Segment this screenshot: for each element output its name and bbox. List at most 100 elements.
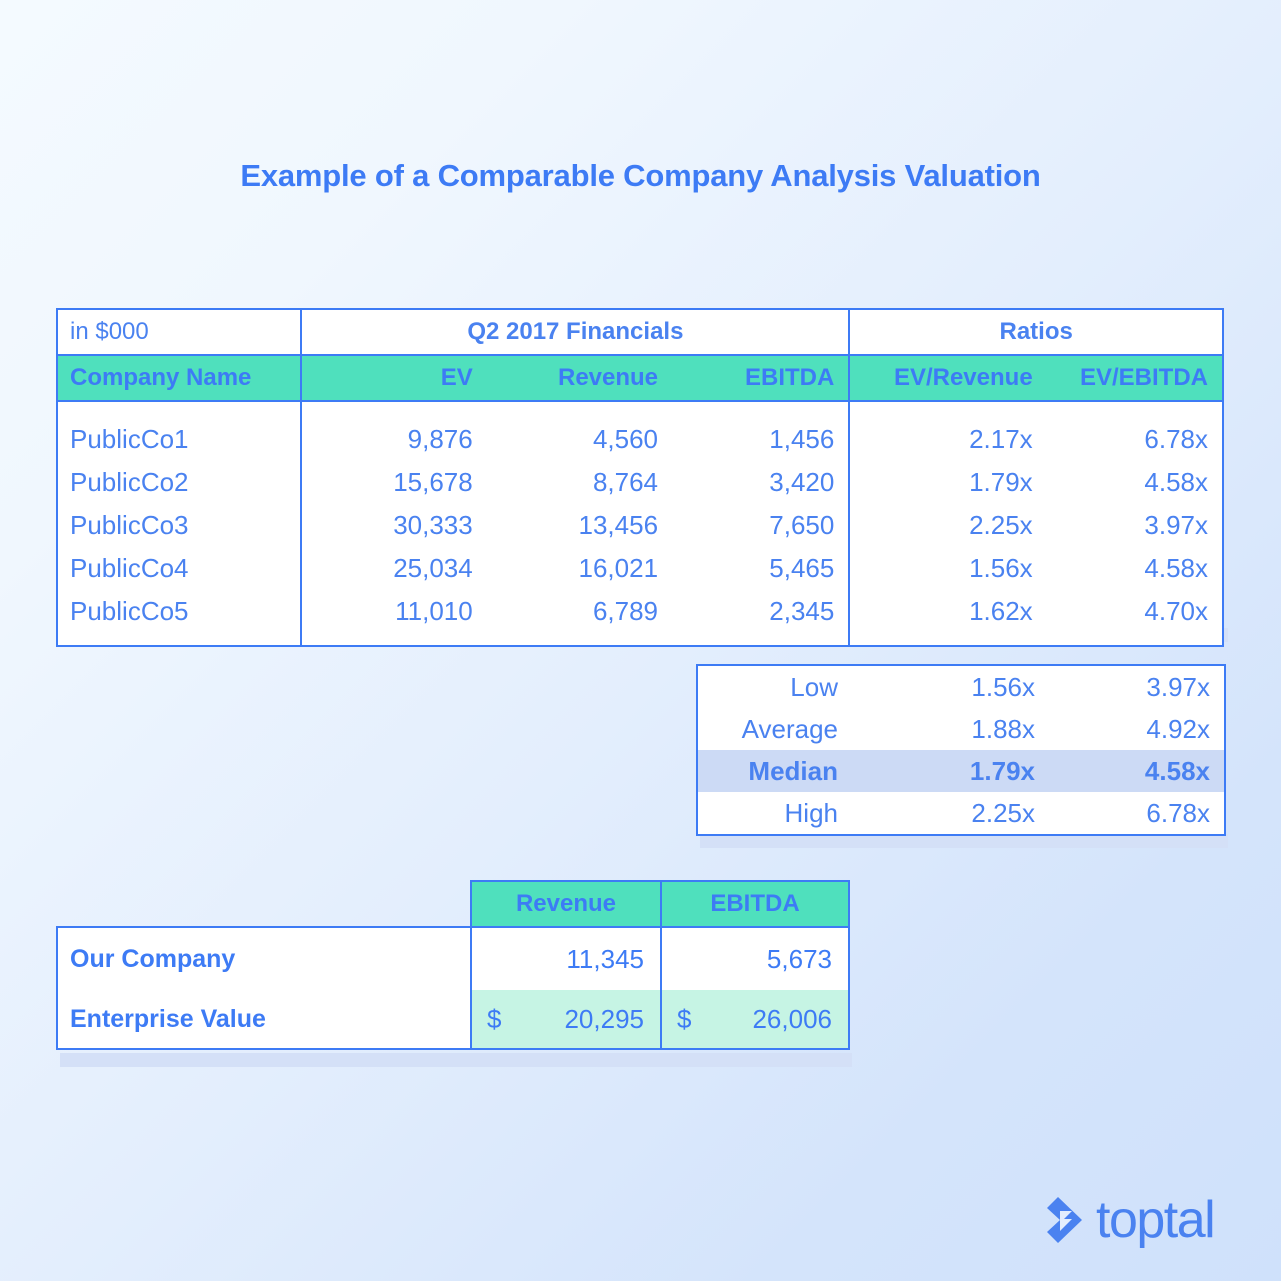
cell-ev: 15,678: [301, 461, 487, 504]
cell-stat-label: Median: [697, 750, 852, 792]
cell-company-name: PublicCo3: [57, 504, 303, 547]
page-canvas: Example of a Comparable Company Analysis…: [0, 0, 1281, 1281]
cell-company-name: PublicCo5: [57, 590, 303, 633]
column-header-company-name: Company Name: [57, 355, 303, 402]
cell-ev-ebitda: 4.58x: [1049, 750, 1225, 792]
our-company-header-row: Revenue EBITDA: [470, 880, 850, 926]
cell-ev-revenue: 1.79x: [848, 461, 1047, 504]
cell-ebitda: 2,345: [672, 590, 850, 633]
column-header-revenue: Revenue: [486, 355, 673, 402]
cell-company-name: PublicCo2: [57, 461, 303, 504]
toptal-wordmark: toptal: [1096, 1191, 1216, 1249]
table-row: Revenue EBITDA: [471, 881, 849, 926]
column-header-ev-ebitda: EV/EBITDA: [1046, 355, 1223, 402]
spacer-cell: [57, 401, 303, 418]
cell-value: 26,006: [752, 1003, 832, 1034]
cell-ev-revenue: 2.17x: [848, 418, 1047, 461]
table-row: Our Company 11,345 5,673: [57, 927, 849, 990]
cell-ev-ebitda: 6.78x: [1049, 792, 1225, 835]
table-row-median-highlighted: Median 1.79x 4.58x: [697, 750, 1225, 792]
cell-row-label: Enterprise Value: [57, 990, 472, 1049]
table-row: PublicCo4 25,034 16,021 5,465 1.56x 4.58…: [57, 547, 1223, 590]
cell-ev-ebitda: 4.92x: [1049, 708, 1225, 750]
cell-company-name: PublicCo4: [57, 547, 303, 590]
our-company-body: Our Company 11,345 5,673 Enterprise Valu…: [56, 926, 850, 1050]
table-row: PublicCo5 11,010 6,789 2,345 1.62x 4.70x: [57, 590, 1223, 633]
table-row: Average 1.88x 4.92x: [697, 708, 1225, 750]
cell-ebitda: 1,456: [672, 418, 850, 461]
table-row: PublicCo2 15,678 8,764 3,420 1.79x 4.58x: [57, 461, 1223, 504]
currency-symbol: $: [677, 1003, 692, 1034]
cell-ev-ebitda: 3.97x: [1046, 504, 1223, 547]
cell-ev-revenue: 1.56x: [852, 665, 1049, 708]
currency-symbol: $: [487, 1003, 502, 1034]
group-header-financials: Q2 2017 Financials: [301, 309, 850, 356]
cell-revenue: 6,789: [486, 590, 673, 633]
cell-ev-revenue: 2.25x: [852, 792, 1049, 835]
spacer-cell: [848, 633, 1047, 646]
table-row: PublicCo1 9,876 4,560 1,456 2.17x 6.78x: [57, 418, 1223, 461]
spacer-cell: [301, 401, 487, 418]
cell-ev-ebitda: 6.78x: [1046, 418, 1223, 461]
cell-revenue: 11,345: [471, 927, 661, 990]
comps-column-header-row: Company Name EV Revenue EBITDA EV/Revenu…: [57, 355, 1223, 402]
cell-ev: 11,010: [301, 590, 487, 633]
cell-company-name: PublicCo1: [57, 418, 303, 461]
comps-group-header-row: in $000 Q2 2017 Financials Ratios: [57, 309, 1223, 356]
cell-revenue: 13,456: [486, 504, 673, 547]
spacer-cell: [1046, 633, 1223, 646]
cell-revenue-enterprise-value: $ 20,295: [471, 990, 661, 1049]
column-header-revenue: Revenue: [471, 881, 661, 926]
toptal-logo: toptal: [1042, 1191, 1216, 1249]
table-row: PublicCo3 30,333 13,456 7,650 2.25x 3.97…: [57, 504, 1223, 547]
column-header-ebitda: EBITDA: [660, 881, 849, 926]
comps-bottom-pad-row: [57, 633, 1223, 646]
cell-ev-ebitda: 4.58x: [1046, 547, 1223, 590]
cell-value: 20,295: [564, 1003, 644, 1034]
cell-revenue: 4,560: [486, 418, 673, 461]
cell-ev-revenue: 1.56x: [848, 547, 1047, 590]
cell-ev-revenue: 1.62x: [848, 590, 1047, 633]
cell-ebitda: 3,420: [672, 461, 850, 504]
column-header-ebitda: EBITDA: [672, 355, 850, 402]
cell-ev-ebitda: 3.97x: [1049, 665, 1225, 708]
spacer-cell: [301, 633, 487, 646]
spacer-cell: [486, 633, 673, 646]
spacer-cell: [672, 633, 850, 646]
toptal-chevron-icon: [1047, 1197, 1082, 1243]
cell-stat-label: Low: [697, 665, 852, 708]
page-title: Example of a Comparable Company Analysis…: [240, 158, 1041, 193]
cell-ebitda-enterprise-value: $ 26,006: [660, 990, 849, 1049]
cell-ev-revenue: 1.88x: [852, 708, 1049, 750]
group-header-ratios: Ratios: [848, 309, 1223, 356]
cell-ev-ebitda: 4.70x: [1046, 590, 1223, 633]
cell-ev-ebitda: 4.58x: [1046, 461, 1223, 504]
cell-ev: 9,876: [301, 418, 487, 461]
cell-ev: 30,333: [301, 504, 487, 547]
cell-stat-label: Average: [697, 708, 852, 750]
cell-row-label: Our Company: [57, 927, 472, 990]
stats-table-shadow: [700, 834, 1228, 848]
cell-revenue: 8,764: [486, 461, 673, 504]
spacer-cell: [486, 401, 673, 418]
table-row: Low 1.56x 3.97x: [697, 665, 1225, 708]
table-row: High 2.25x 6.78x: [697, 792, 1225, 835]
cell-ev-revenue: 2.25x: [848, 504, 1047, 547]
cell-ev: 25,034: [301, 547, 487, 590]
cell-ev-revenue: 1.79x: [852, 750, 1049, 792]
our-company-table-shadow: [60, 1053, 852, 1067]
comparable-companies-table: in $000 Q2 2017 Financials Ratios Compan…: [56, 308, 1224, 647]
units-label: in $000: [57, 309, 303, 356]
spacer-cell: [848, 401, 1047, 418]
ratio-statistics-table: Low 1.56x 3.97x Average 1.88x 4.92x Medi…: [696, 664, 1226, 836]
column-header-ev: EV: [301, 355, 487, 402]
spacer-cell: [1046, 401, 1223, 418]
cell-ebitda: 5,673: [660, 927, 849, 990]
cell-stat-label: High: [697, 792, 852, 835]
table-row-enterprise-value: Enterprise Value $ 20,295 $ 26,006: [57, 990, 849, 1049]
comps-spacer-row: [57, 401, 1223, 418]
cell-ebitda: 5,465: [672, 547, 850, 590]
cell-revenue: 16,021: [486, 547, 673, 590]
spacer-cell: [672, 401, 850, 418]
cell-ebitda: 7,650: [672, 504, 850, 547]
